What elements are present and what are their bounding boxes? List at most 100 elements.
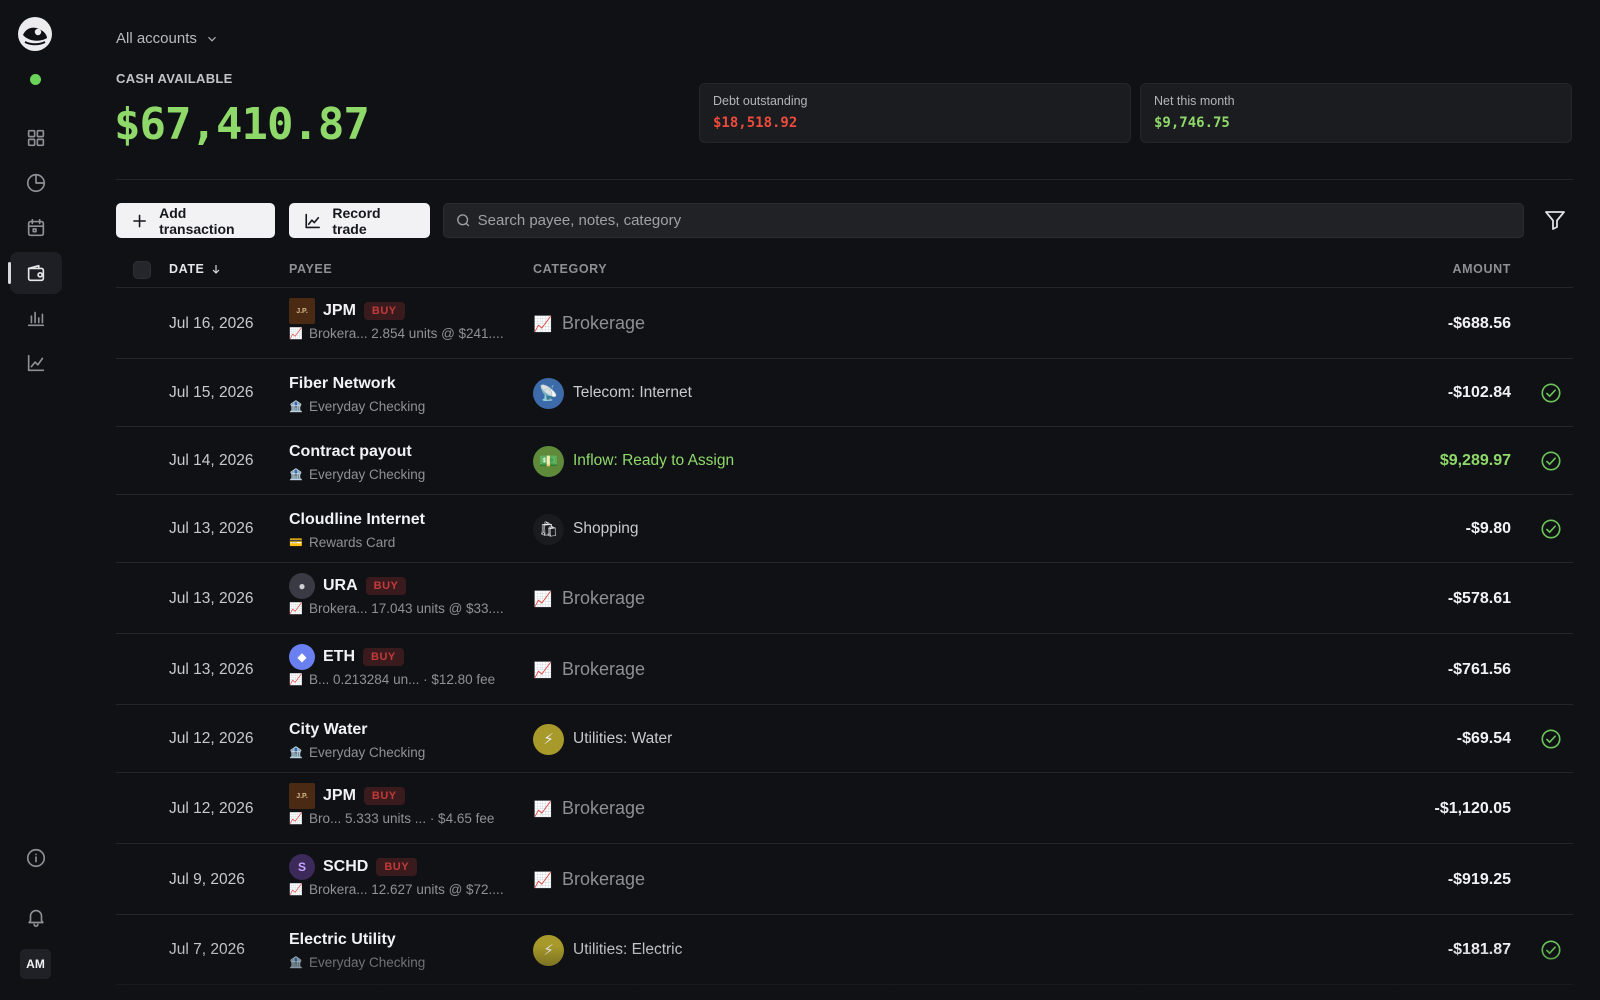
category-cell[interactable]: ⚡ Utilities: Water [533,723,672,755]
add-transaction-label: Add transaction [159,204,235,237]
account-name: Everyday Checking [309,955,426,970]
lightning-icon: ⚡ [533,934,564,966]
line-chart-icon [305,213,320,228]
category-label: Brokerage [562,798,646,818]
cleared-check-icon[interactable] [1540,382,1562,404]
account-name: Everyday Checking [309,399,426,414]
payee-cell: City Water 🏦 Everyday Checking [289,717,425,760]
plus-icon [133,214,146,227]
chart-up-icon: 📈 [533,315,553,333]
transaction-amount: -$102.84 [1447,384,1511,401]
table-row[interactable]: Jul 13, 2026 Cloudline Internet 💳 Rewards C… [116,495,1573,563]
nav-budget[interactable] [10,162,62,204]
debt-outstanding-label: Debt outstanding [713,94,808,108]
payee-cell: S SCHD BUY 📈 Brokera... 12.627 units @ $72..… [289,854,504,897]
payee-name[interactable]: Contract payout [289,443,412,461]
payee-name[interactable]: ETH [323,648,355,666]
ticker-logo-icon: S [289,854,315,880]
payee-account-line: 📈 Brokera... 2.854 units @ $241.... [289,326,503,341]
date-column-header[interactable]: DATE [169,262,222,276]
payee-column-header[interactable]: PAYEE [289,262,332,276]
nav-reports[interactable] [10,297,62,339]
ticker-logo-icon: J.P. [289,298,315,324]
nav-investments[interactable] [10,342,62,384]
payee-name[interactable]: Cloudline Internet [289,511,425,529]
payee-name[interactable]: Fiber Network [289,375,396,393]
info-button[interactable] [10,837,62,879]
search-icon [457,214,470,227]
transaction-amount: -$9.80 [1465,520,1511,537]
account-selector-label: All accounts [116,30,197,47]
ticker-logo-icon: ● [289,573,315,599]
transaction-date: Jul 13, 2026 [169,589,254,607]
bank-icon: 🏦 [289,747,303,759]
online-status-indicator [30,74,41,85]
payee-line: Fiber Network [289,371,425,397]
category-cell[interactable]: 🛍 Shopping [533,513,639,545]
cleared-check-icon[interactable] [1540,518,1562,540]
payee-name[interactable]: JPM [323,302,356,320]
record-trade-button[interactable]: Record trade [289,203,430,238]
notifications-button[interactable] [10,896,62,938]
category-column-header[interactable]: CATEGORY [533,262,607,276]
table-row[interactable]: Jul 13, 2026 ◆ ETH BUY 📈 B... 0.213284 un... … [116,634,1573,705]
payee-name[interactable]: City Water [289,721,368,739]
date-header-label: DATE [169,262,205,276]
category-cell[interactable]: ⚡ Utilities: Electric [533,934,682,966]
table-row[interactable]: Jul 16, 2026 J.P. JPM BUY 📈 Brokera... 2.854 … [116,288,1573,359]
buy-badge: BUY [365,577,407,595]
user-avatar[interactable]: AM [20,949,51,979]
category-cell[interactable]: 💵 Inflow: Ready to Assign [533,445,734,477]
nav-accounts[interactable] [8,252,62,294]
category-cell[interactable]: 📈 Brokerage [533,793,645,825]
table-row[interactable]: Jul 12, 2026 J.P. JPM BUY 📈 Bro... 5.333 unit… [116,773,1573,844]
table-row[interactable]: Jul 15, 2026 Fiber Network 🏦 Everyday Check… [116,359,1573,427]
payee-line: City Water [289,717,425,743]
nav-dashboard[interactable] [10,117,62,159]
cleared-check-icon[interactable] [1540,728,1562,750]
wallet-icon [27,264,45,282]
calendar-icon [27,218,45,237]
grid-icon [27,129,45,147]
transaction-date: Jul 12, 2026 [169,730,254,747]
payee-line: ◆ ETH BUY [289,644,495,670]
search-input[interactable] [477,212,1523,229]
chart-up-icon: 📈 [533,661,553,679]
amount-column-header[interactable]: AMOUNT [1453,262,1511,276]
table-row[interactable]: Jul 14, 2026 Contract payout 🏦 Everyday Che… [116,427,1573,495]
cleared-check-icon[interactable] [1540,450,1562,472]
bank-icon: 🏦 [289,469,303,481]
payee-name[interactable]: JPM [323,787,356,805]
nav-calendar[interactable] [10,207,62,249]
payee-line: ● URA BUY [289,573,504,599]
payee-name[interactable]: SCHD [323,858,368,876]
table-header: DATE PAYEE CATEGORY AMOUNT [116,252,1573,288]
category-cell[interactable]: 📈 Brokerage [533,583,645,615]
account-name: B... 0.213284 un... · $12.80 fee [309,672,496,687]
table-row[interactable]: Jul 13, 2026 ● URA BUY 📈 Brokera... 17.043 un… [116,563,1573,634]
payee-name[interactable]: URA [323,577,358,595]
payee-account-line: 💳 Rewards Card [289,535,425,550]
table-row[interactable]: Jul 9, 2026 S SCHD BUY 📈 Brokera... 12.627 un… [116,844,1573,915]
chart-up-icon: 📈 [533,800,553,818]
record-trade-label: Record trade [332,204,381,237]
table-row[interactable]: Jul 7, 2026 Electric Utility 🏦 Everyday Che… [116,915,1573,985]
transaction-amount: -$69.54 [1456,730,1511,747]
payee-name[interactable]: Electric Utility [289,931,396,949]
payee-line: J.P. JPM BUY [289,783,494,809]
credit-card-icon: 💳 [289,537,303,549]
category-cell[interactable]: 📈 Brokerage [533,864,645,896]
app-logo-icon[interactable] [17,16,53,52]
category-cell[interactable]: 📡 Telecom: Internet [533,377,692,409]
filter-button[interactable] [1543,208,1569,234]
satellite-icon: 📡 [533,377,564,409]
table-row[interactable]: Jul 12, 2026 City Water 🏦 Everyday Checking… [116,705,1573,773]
payee-line: Contract payout [289,439,425,465]
add-transaction-button[interactable]: Add transaction [116,203,275,238]
transaction-date: Jul 16, 2026 [169,314,254,332]
category-cell[interactable]: 📈 Brokerage [533,654,645,686]
cleared-check-icon[interactable] [1540,939,1562,961]
category-cell[interactable]: 📈 Brokerage [533,308,645,340]
account-selector[interactable]: All accounts [116,30,219,47]
select-all-checkbox[interactable] [133,261,151,279]
